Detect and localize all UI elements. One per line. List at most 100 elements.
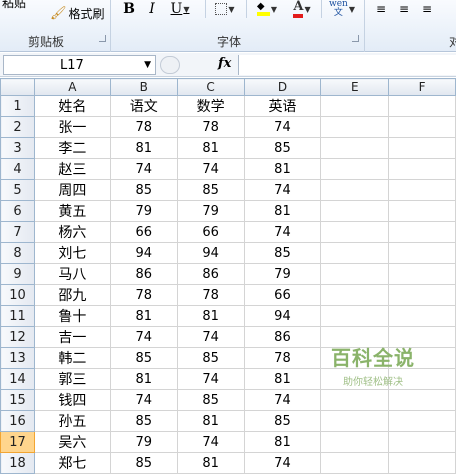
formula-bar-splitter[interactable] [160,56,180,74]
cell[interactable]: 郭三 [33,368,111,390]
cell[interactable]: 81 [176,410,245,432]
cell[interactable]: 78 [243,347,322,369]
cell[interactable] [320,137,390,159]
cell[interactable] [388,221,456,243]
cell[interactable] [388,389,456,411]
formula-input[interactable] [238,55,456,75]
paste-button[interactable]: 粘贴 [2,0,26,11]
cell[interactable] [388,179,456,201]
column-header-b[interactable]: B [109,78,178,96]
cell[interactable]: 数学 [176,95,245,117]
cell[interactable]: 85 [109,410,178,432]
cell[interactable]: 85 [109,179,178,201]
cell[interactable]: 李二 [33,137,111,159]
cell[interactable]: 79 [109,200,178,222]
cell[interactable]: 姓名 [33,95,111,117]
cell[interactable] [320,431,390,453]
cell[interactable]: 81 [243,200,322,222]
cell[interactable] [388,263,456,285]
column-header-d[interactable]: D [243,78,322,96]
column-header-c[interactable]: C [176,78,245,96]
cell[interactable]: 81 [109,137,178,159]
cell[interactable]: 吴六 [33,431,111,453]
cell[interactable]: 刘七 [33,242,111,264]
cell[interactable]: 81 [243,431,322,453]
column-header-a[interactable]: A [33,78,111,96]
cell[interactable]: 81 [109,305,178,327]
name-box[interactable]: L17 ▼ [3,55,156,75]
clipboard-dialog-launcher[interactable] [99,35,106,42]
cell[interactable]: 钱四 [33,389,111,411]
row-header[interactable]: 10 [0,284,35,306]
cell[interactable]: 74 [243,179,322,201]
row-header[interactable]: 18 [0,452,35,474]
cell[interactable] [320,158,390,180]
cell[interactable]: 79 [109,431,178,453]
chevron-down-icon[interactable]: ▼ [304,5,310,14]
cell[interactable]: 74 [109,389,178,411]
cell[interactable]: 周四 [33,179,111,201]
fill-color-button[interactable]: ◆ ▼ [252,0,282,18]
cell[interactable]: 85 [176,179,245,201]
cell[interactable] [320,305,390,327]
cell[interactable] [388,200,456,222]
cell[interactable]: 81 [109,368,178,390]
cell[interactable] [320,284,390,306]
cell[interactable] [388,95,456,117]
cell[interactable]: 英语 [243,95,322,117]
cell[interactable] [388,410,456,432]
cell[interactable]: 85 [243,242,322,264]
cell[interactable] [320,116,390,138]
row-header[interactable]: 4 [0,158,35,180]
chevron-down-icon[interactable]: ▼ [183,5,189,14]
cell[interactable]: 74 [109,158,178,180]
cell[interactable] [388,284,456,306]
cell[interactable]: 85 [243,137,322,159]
row-header[interactable]: 7 [0,221,35,243]
cell[interactable]: 85 [109,347,178,369]
cell[interactable]: 66 [176,221,245,243]
chevron-down-icon[interactable]: ▼ [349,5,355,14]
cell[interactable] [320,200,390,222]
cell[interactable] [388,116,456,138]
cell[interactable]: 韩二 [33,347,111,369]
cell[interactable]: 85 [109,452,178,474]
cell[interactable] [320,263,390,285]
cell[interactable]: 74 [176,326,245,348]
cell[interactable] [388,431,456,453]
borders-button[interactable]: ▼ [210,0,240,18]
cell[interactable] [388,137,456,159]
cell[interactable]: 86 [176,263,245,285]
cell[interactable]: 85 [176,347,245,369]
cell[interactable]: 78 [176,284,245,306]
cell[interactable] [320,389,390,411]
cell[interactable]: 马八 [33,263,111,285]
cell[interactable]: 鲁十 [33,305,111,327]
row-header[interactable]: 2 [0,116,35,138]
cell[interactable]: 78 [176,116,245,138]
cell[interactable] [320,452,390,474]
row-header[interactable]: 6 [0,200,35,222]
row-header[interactable]: 17 [0,431,35,453]
cell[interactable]: 81 [243,158,322,180]
cell[interactable]: 74 [243,452,322,474]
cell[interactable]: 81 [243,368,322,390]
cell[interactable]: 邵九 [33,284,111,306]
font-color-button[interactable]: A ▼ [287,0,317,18]
align-right-button[interactable]: ≡ [418,0,436,18]
cell[interactable] [320,95,390,117]
cell[interactable]: 81 [176,452,245,474]
row-header[interactable]: 1 [0,95,35,117]
cell[interactable]: 吉一 [33,326,111,348]
row-header[interactable]: 11 [0,305,35,327]
cell[interactable] [320,221,390,243]
align-center-button[interactable]: ≡ [395,0,413,18]
cell[interactable]: 81 [176,137,245,159]
cell[interactable]: 张一 [33,116,111,138]
chevron-down-icon[interactable]: ▼ [144,60,151,70]
cell[interactable] [320,242,390,264]
phonetic-button[interactable]: wén 文 ▼ [327,0,357,18]
italic-button[interactable]: I [143,0,161,18]
row-header[interactable]: 15 [0,389,35,411]
cell[interactable]: 78 [109,284,178,306]
